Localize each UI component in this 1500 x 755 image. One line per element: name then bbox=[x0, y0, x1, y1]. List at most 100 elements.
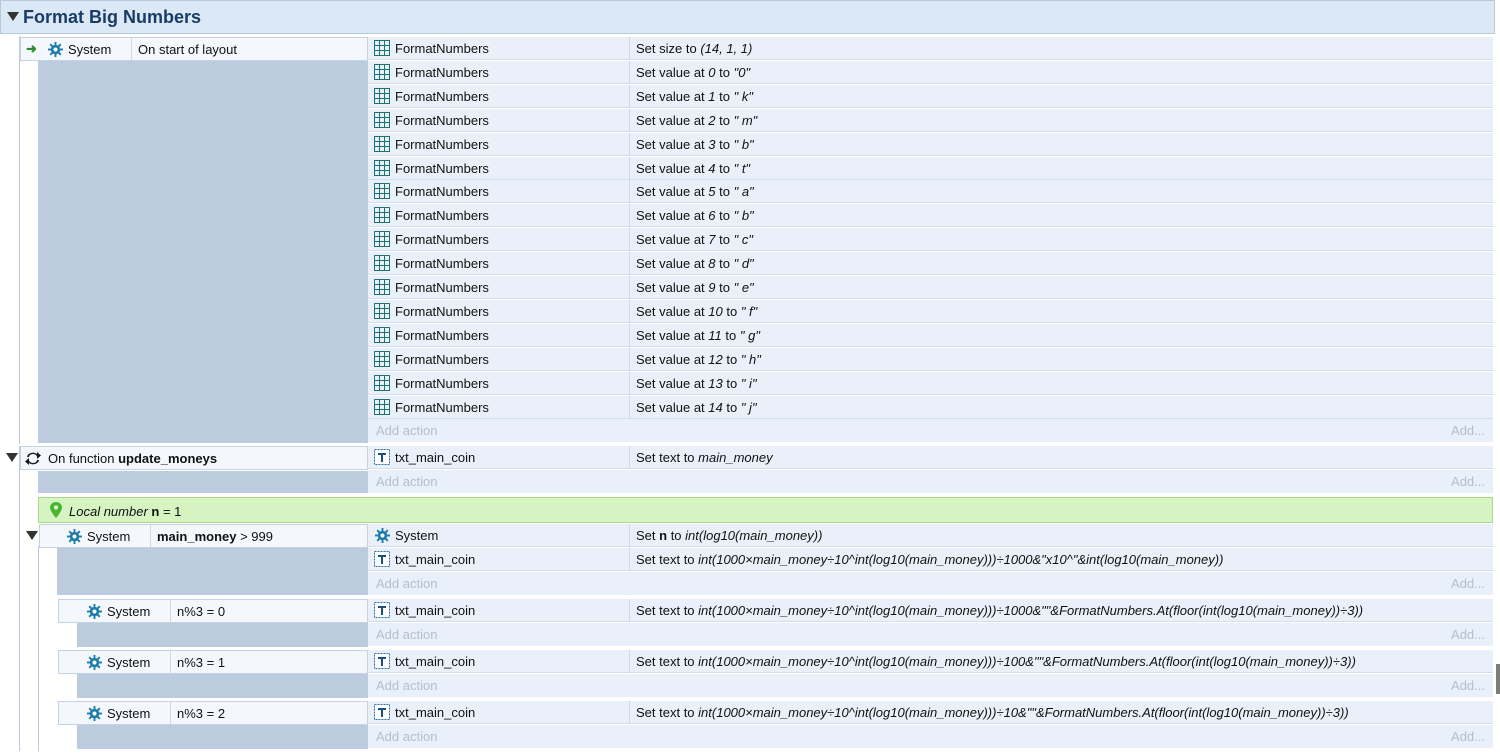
action-row[interactable]: txt_main_coin Set text to int(1000×main_… bbox=[368, 548, 1493, 571]
action-row[interactable]: txt_main_coin Set text to int(1000×main_m… bbox=[368, 650, 1493, 673]
action-middle: to bbox=[722, 303, 741, 319]
add-action-row[interactable]: Add action Add... bbox=[368, 419, 1493, 442]
action-row[interactable]: FormatNumbers Set size to (14, 1, 1) bbox=[368, 37, 1493, 60]
separator bbox=[629, 650, 630, 673]
add-action-link[interactable]: Add action bbox=[376, 627, 437, 642]
text-object-icon bbox=[374, 551, 390, 567]
add-action-link[interactable]: Add action bbox=[376, 576, 437, 591]
action-value: " b" bbox=[733, 208, 754, 224]
action-middle: to bbox=[721, 327, 740, 343]
collapse-arrow-icon[interactable] bbox=[7, 12, 19, 21]
add-menu-link[interactable]: Add... bbox=[1451, 576, 1485, 591]
action-row[interactable]: FormatNumbers Set value at 9 to " e" bbox=[368, 276, 1493, 299]
event1-condition[interactable]: ➜ System On start of layout bbox=[20, 37, 368, 61]
separator bbox=[629, 132, 630, 156]
action-prefix: Set value at bbox=[636, 256, 709, 272]
action-index: 4 bbox=[708, 160, 716, 176]
action-row[interactable]: txt_main_coin Set text to main_money bbox=[368, 446, 1493, 469]
action-text: Set size to (14, 1, 1) bbox=[636, 41, 752, 57]
add-menu-link[interactable]: Add... bbox=[1451, 678, 1485, 693]
action-text: Set value at 14 to " j" bbox=[636, 400, 757, 416]
add-action-link[interactable]: Add action bbox=[376, 423, 437, 438]
add-action-row[interactable]: Add action Add... bbox=[368, 572, 1493, 595]
action-text: Set value at 2 to " m" bbox=[636, 113, 757, 129]
action-row[interactable]: FormatNumbers Set value at 10 to " f" bbox=[368, 299, 1493, 323]
action-object: FormatNumbers bbox=[395, 184, 489, 200]
action-index: 0 bbox=[708, 64, 716, 80]
action-row[interactable]: FormatNumbers Set value at 6 to " b" bbox=[368, 204, 1493, 228]
action-row[interactable]: FormatNumbers Set value at 1 to " k" bbox=[368, 84, 1493, 108]
condition-object: System bbox=[68, 42, 112, 57]
expand-arrow-icon[interactable] bbox=[6, 453, 18, 462]
action-row[interactable]: FormatNumbers Set value at 7 to " c" bbox=[368, 228, 1493, 252]
event3-condition[interactable]: System main_money > 999 bbox=[39, 524, 368, 548]
array-grid-icon bbox=[374, 111, 390, 128]
action-value: " h" bbox=[740, 351, 761, 367]
separator bbox=[629, 371, 630, 395]
add-menu-link[interactable]: Add... bbox=[1451, 627, 1485, 642]
action-variable: n bbox=[659, 528, 668, 543]
add-action-link[interactable]: Add action bbox=[376, 474, 437, 489]
action-expression: int(log10(main_money)) bbox=[685, 528, 823, 543]
array-grid-icon bbox=[374, 63, 390, 80]
action-row[interactable]: FormatNumbers Set value at 0 to "0" bbox=[368, 60, 1493, 84]
action-prefix: Set value at bbox=[636, 64, 709, 80]
action-row[interactable]: FormatNumbers Set value at 8 to " d" bbox=[368, 252, 1493, 276]
action-row[interactable]: FormatNumbers Set value at 14 to " j" bbox=[368, 395, 1493, 419]
action-prefix: Set value at bbox=[636, 327, 709, 343]
action-row[interactable]: FormatNumbers Set value at 5 to " a" bbox=[368, 180, 1493, 204]
add-action-row[interactable]: Add action Add... bbox=[368, 674, 1493, 697]
separator bbox=[150, 525, 151, 547]
action-row[interactable]: txt_main_coin Set text to int(1000×main_m… bbox=[368, 701, 1493, 724]
add-menu-link[interactable]: Add... bbox=[1451, 474, 1485, 489]
local-variable-text: Local number n = 1 bbox=[69, 504, 181, 520]
action-text: Set value at 12 to " h" bbox=[636, 352, 761, 368]
add-action-link[interactable]: Add action bbox=[376, 729, 437, 744]
separator bbox=[629, 323, 630, 347]
action-value: " c" bbox=[733, 232, 753, 248]
action-row[interactable]: System Set n to int(log10(main_money)) bbox=[368, 524, 1493, 547]
condition-text: main_money > 999 bbox=[157, 529, 273, 545]
action-row[interactable]: FormatNumbers Set value at 3 to " b" bbox=[368, 132, 1493, 156]
action-object: txt_main_coin bbox=[395, 603, 476, 618]
action-prefix: Set text to bbox=[636, 450, 699, 465]
action-value: " g" bbox=[739, 327, 760, 343]
action-row[interactable]: FormatNumbers Set value at 13 to " i" bbox=[368, 371, 1493, 395]
action-row[interactable]: FormatNumbers Set value at 11 to " g" bbox=[368, 323, 1493, 347]
trigger-arrow-icon: ➜ bbox=[26, 41, 37, 56]
gear-icon bbox=[87, 604, 102, 619]
action-prefix: Set value at bbox=[636, 303, 709, 319]
action-prefix: Set text to bbox=[636, 603, 699, 618]
add-menu-link[interactable]: Add... bbox=[1451, 423, 1485, 438]
sub-event-condition[interactable]: System n%3 = 1 bbox=[58, 650, 368, 674]
action-row[interactable]: FormatNumbers Set value at 12 to " h" bbox=[368, 347, 1493, 371]
add-action-row[interactable]: Add action Add... bbox=[368, 725, 1493, 748]
action-index: 14 bbox=[708, 399, 723, 415]
action-value: " e" bbox=[733, 280, 754, 295]
scrollbar-thumb[interactable] bbox=[1496, 664, 1500, 694]
event2-condition[interactable]: On function update_moneys bbox=[20, 446, 368, 470]
action-row[interactable]: FormatNumbers Set value at 2 to " m" bbox=[368, 108, 1493, 132]
text-object-icon bbox=[374, 449, 390, 465]
action-row[interactable]: txt_main_coin Set text to int(1000×main_m… bbox=[368, 599, 1493, 622]
action-prefix: Set value at bbox=[636, 399, 709, 415]
action-text: Set text to int(1000×main_money÷10^int(l… bbox=[636, 654, 1356, 670]
action-prefix: Set value at bbox=[636, 184, 709, 200]
text-object-icon bbox=[374, 704, 390, 720]
condition-text: n%3 = 0 bbox=[177, 604, 226, 619]
array-grid-icon bbox=[374, 159, 390, 176]
sub-event-condition[interactable]: System n%3 = 2 bbox=[58, 701, 368, 725]
action-text: Set value at 7 to " c" bbox=[636, 232, 753, 248]
add-menu-link[interactable]: Add... bbox=[1451, 729, 1485, 744]
action-expression: int(1000×main_money÷10^int(log10(main_mo… bbox=[698, 603, 1364, 618]
sub-event-condition[interactable]: System n%3 = 0 bbox=[58, 599, 368, 623]
local-variable-row[interactable]: Local number n = 1 bbox=[38, 497, 1493, 523]
action-value: " k" bbox=[733, 88, 753, 104]
add-action-row[interactable]: Add action Add... bbox=[368, 470, 1493, 493]
group-header[interactable]: Format Big Numbers bbox=[0, 0, 1495, 34]
expand-arrow-icon[interactable] bbox=[26, 531, 38, 540]
add-action-row[interactable]: Add action Add... bbox=[368, 623, 1493, 646]
add-action-link[interactable]: Add action bbox=[376, 678, 437, 693]
action-row[interactable]: FormatNumbers Set value at 4 to " t" bbox=[368, 156, 1493, 180]
array-grid-icon bbox=[374, 279, 390, 295]
